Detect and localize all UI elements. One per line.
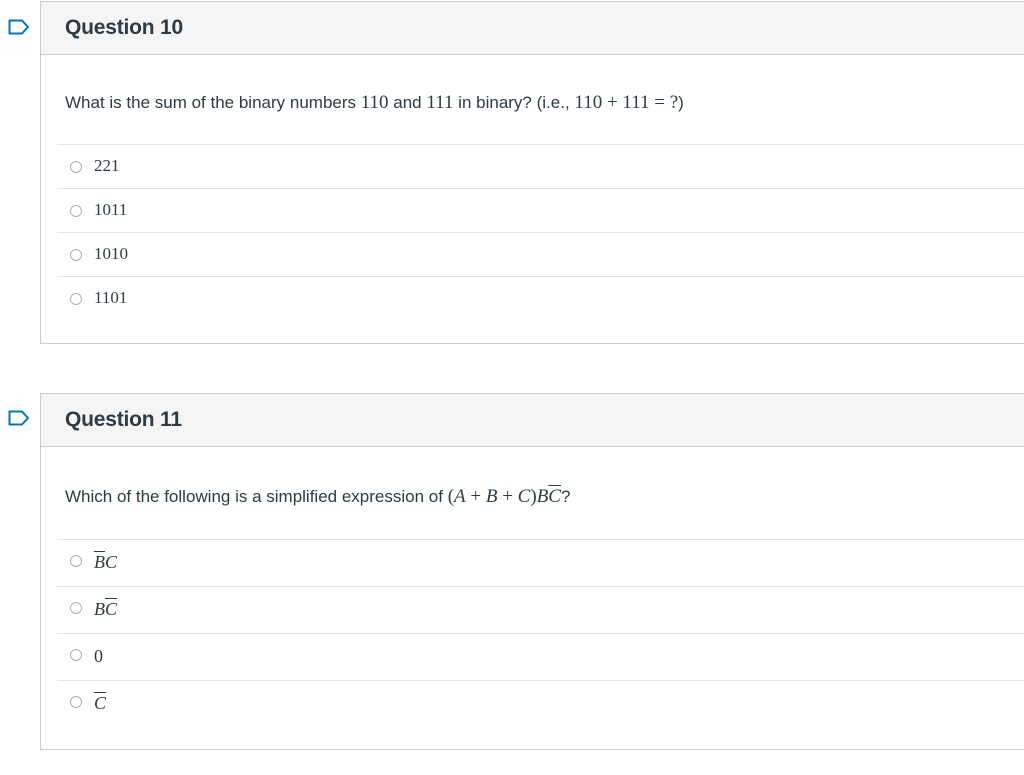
radio-unselected-icon[interactable]: [70, 555, 82, 567]
math-expression: 110 + 111 = ?: [574, 92, 679, 113]
math-var: B: [536, 486, 549, 507]
answer-option[interactable]: 221: [57, 144, 1024, 188]
math-number: 0: [94, 646, 103, 666]
question-text-part: and: [388, 93, 427, 112]
math-var-complement: C: [548, 486, 561, 507]
answer-label[interactable]: 1101: [94, 288, 127, 308]
math-var-complement: C: [94, 693, 107, 713]
answer-label[interactable]: BC: [94, 552, 117, 573]
answer-label[interactable]: 1010: [94, 244, 128, 264]
answer-label[interactable]: 0: [94, 646, 103, 667]
question-title: Question 10: [65, 16, 183, 39]
math-var: C: [517, 486, 531, 507]
radio-unselected-icon[interactable]: [70, 602, 82, 614]
question-text-part: What is the sum of the binary numbers: [65, 93, 361, 112]
question-text-part: ): [678, 93, 684, 112]
answer-option[interactable]: BC: [57, 586, 1024, 633]
answer-list: 221 1011 1010 1101: [57, 144, 1024, 320]
question-header: Question 11: [41, 394, 1024, 447]
answer-option[interactable]: 1101: [57, 276, 1024, 320]
math-var: B: [485, 486, 498, 507]
math-expression: (A + B + C)BC: [448, 486, 561, 507]
answer-label[interactable]: BC: [94, 599, 117, 620]
answer-label[interactable]: 1011: [94, 200, 127, 220]
math-var: B: [94, 599, 105, 619]
question-text-part: in binary? (i.e.,: [453, 93, 575, 112]
answer-option[interactable]: 1010: [57, 232, 1024, 276]
question-10: Question 10 What is the sum of the binar…: [40, 1, 1024, 344]
answer-option[interactable]: 1011: [57, 188, 1024, 232]
math-number: 111: [426, 92, 454, 113]
answer-option[interactable]: BC: [57, 539, 1024, 586]
radio-unselected-icon[interactable]: [70, 205, 82, 217]
flag-question-icon[interactable]: [8, 19, 30, 35]
math-op: +: [465, 486, 486, 507]
question-11: Question 11 Which of the following is a …: [40, 393, 1024, 750]
question-text-part: ?: [560, 487, 571, 506]
question-text-part: Which of the following is a simplified e…: [65, 487, 448, 506]
question-header: Question 10: [41, 2, 1024, 55]
answer-option[interactable]: 0: [57, 633, 1024, 680]
answer-label[interactable]: 221: [94, 156, 120, 176]
answer-label[interactable]: C: [94, 693, 106, 714]
radio-unselected-icon[interactable]: [70, 696, 82, 708]
math-op: +: [497, 486, 518, 507]
math-var: C: [105, 552, 118, 572]
radio-unselected-icon[interactable]: [70, 161, 82, 173]
flag-question-icon[interactable]: [8, 410, 30, 426]
answer-option[interactable]: C: [57, 680, 1024, 724]
math-number: 110: [360, 92, 389, 113]
question-text: Which of the following is a simplified e…: [65, 486, 570, 508]
radio-unselected-icon[interactable]: [70, 293, 82, 305]
question-title: Question 11: [65, 408, 182, 431]
math-var: A: [454, 486, 466, 507]
math-var-complement: C: [105, 599, 118, 619]
question-text: What is the sum of the binary numbers 11…: [65, 92, 684, 114]
radio-unselected-icon[interactable]: [70, 649, 82, 661]
radio-unselected-icon[interactable]: [70, 249, 82, 261]
answer-list: BC BC 0 C: [57, 539, 1024, 724]
math-var-complement: B: [94, 552, 105, 572]
